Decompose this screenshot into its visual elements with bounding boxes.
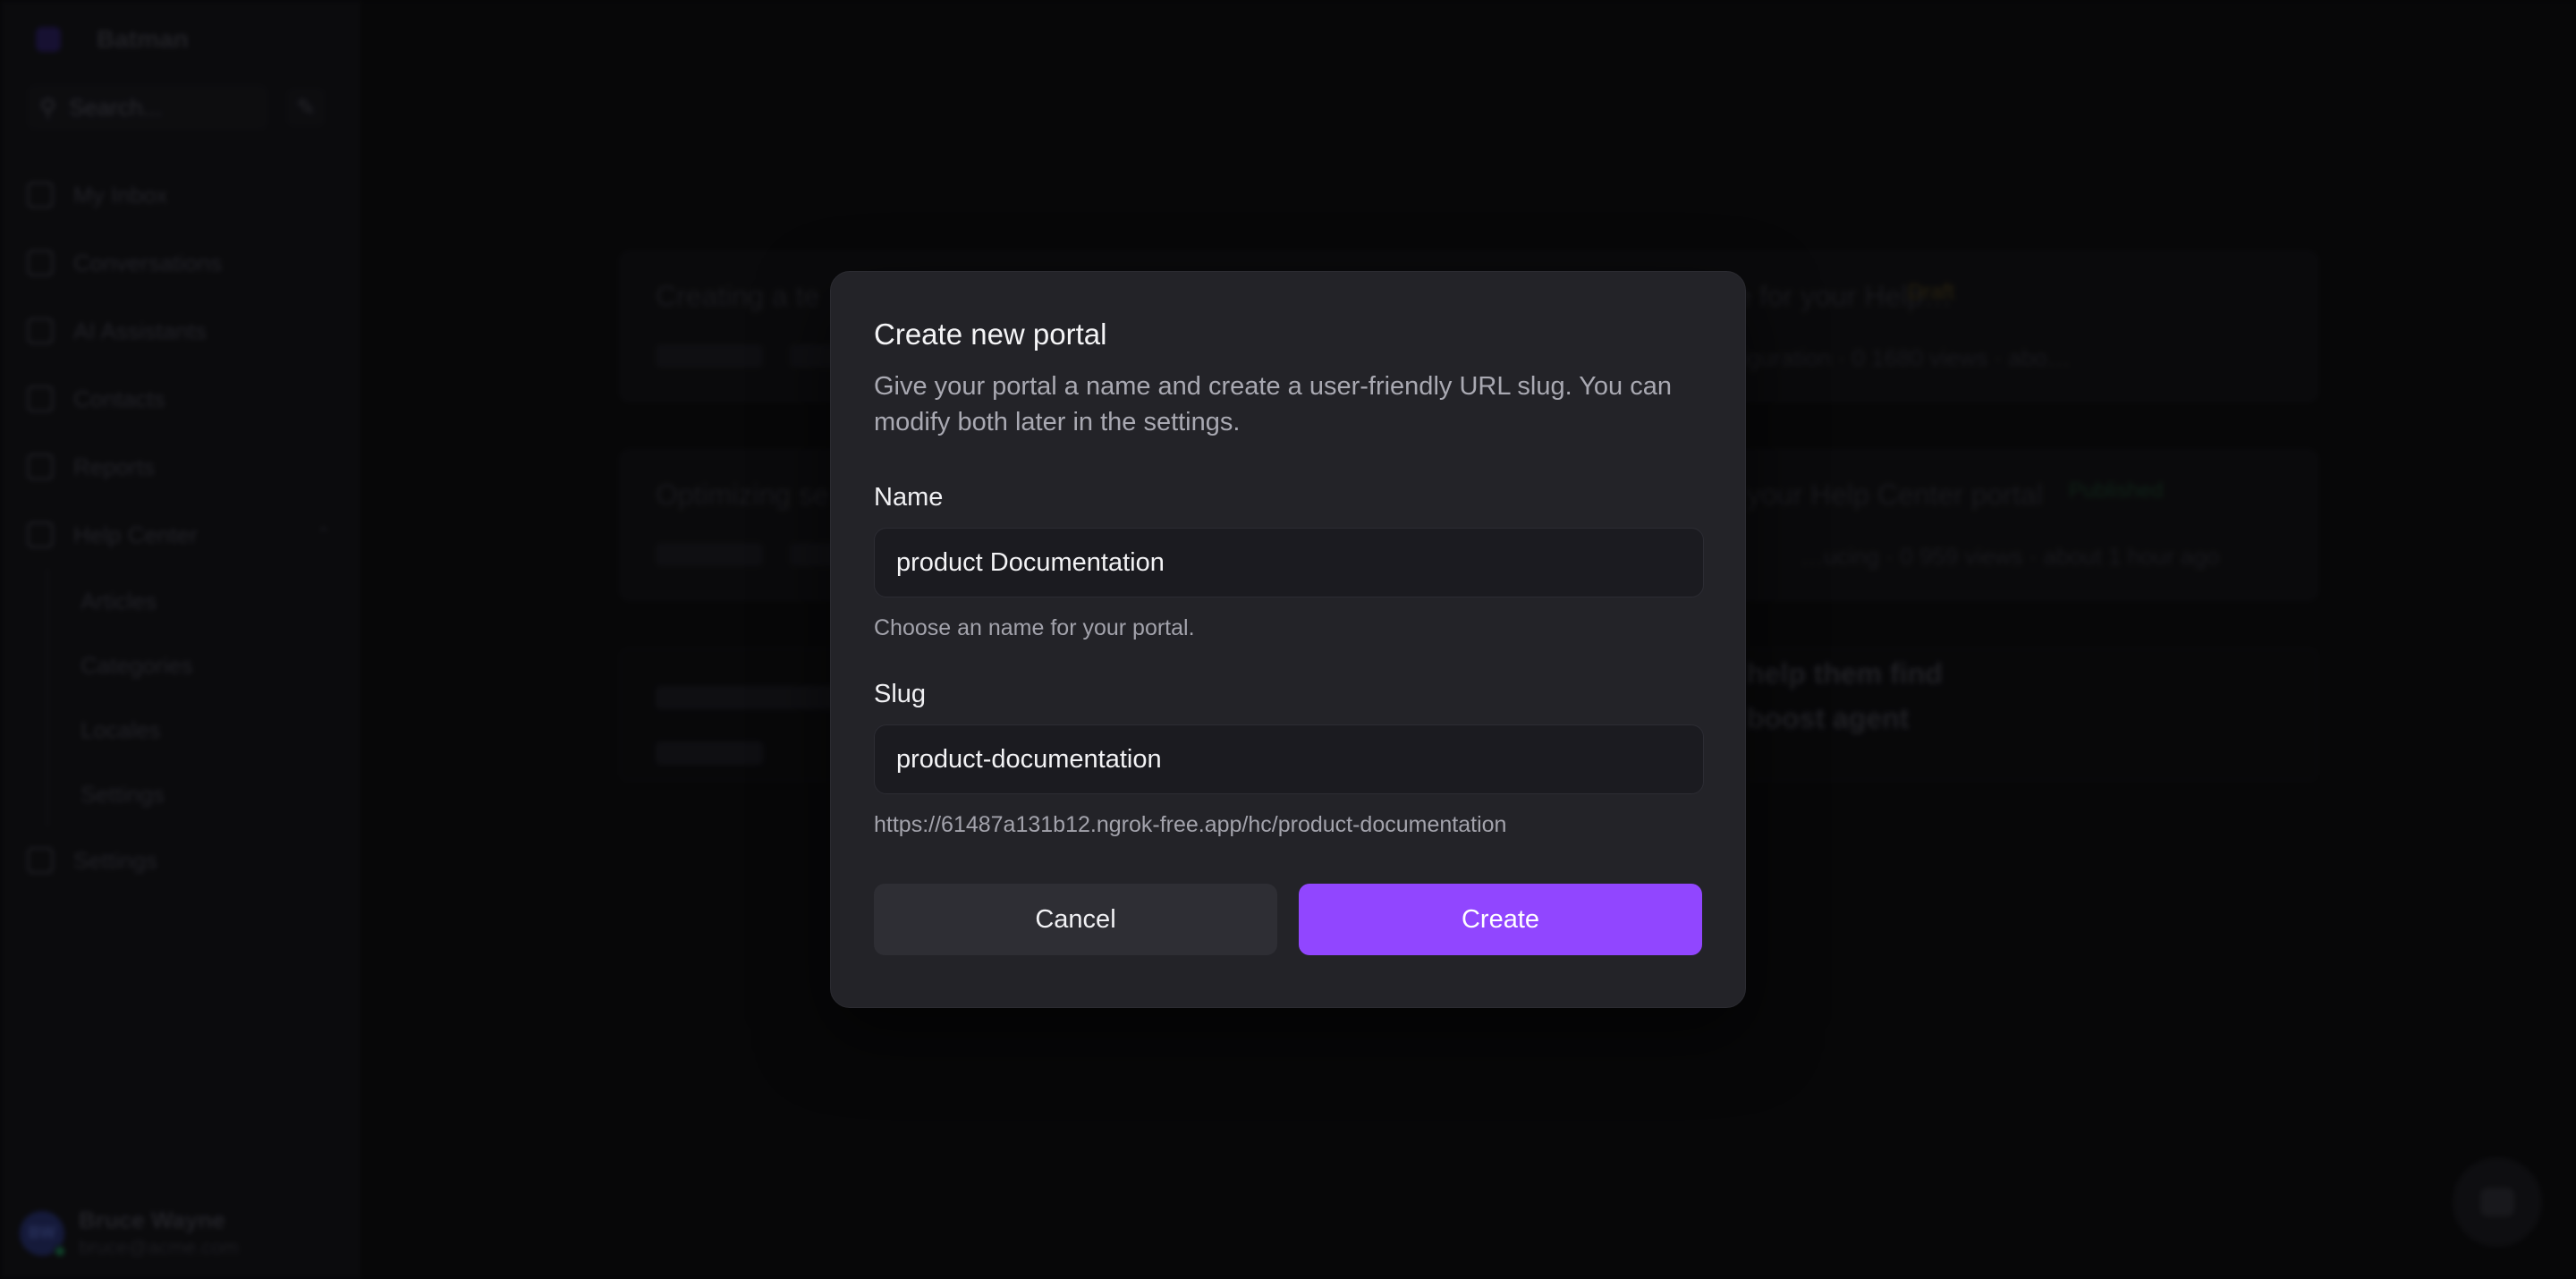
dialog-actions: Cancel Create: [874, 884, 1702, 955]
create-button[interactable]: Create: [1299, 884, 1702, 955]
slug-label: Slug: [874, 680, 927, 708]
cancel-button[interactable]: Cancel: [874, 884, 1277, 955]
create-portal-dialog: Create new portal Give your portal a nam…: [830, 271, 1746, 1008]
portal-slug-input[interactable]: [874, 724, 1704, 794]
dialog-description: Give your portal a name and create a use…: [874, 372, 1672, 436]
name-label: Name: [874, 483, 944, 512]
dialog-title: Create new portal: [874, 318, 1107, 351]
portal-name-input[interactable]: [874, 528, 1704, 597]
slug-url-preview: https://61487a131b12.ngrok-free.app/hc/p…: [874, 812, 1507, 837]
name-help-text: Choose an name for your portal.: [874, 615, 1195, 640]
